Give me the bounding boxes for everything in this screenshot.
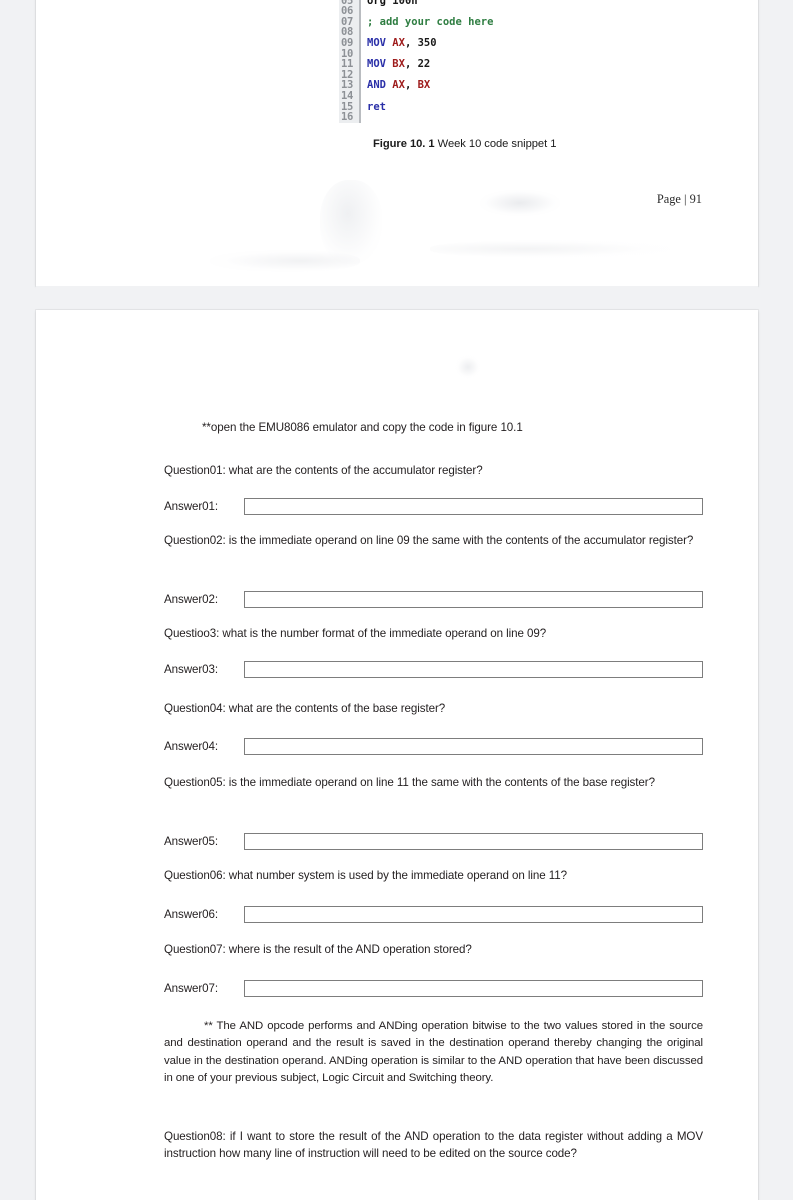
answer-01-label: Answer01: — [164, 499, 219, 513]
question-02-text: Question02: is the immediate operand on … — [164, 534, 694, 547]
question-04-text: Question04: what are the contents of the… — [164, 702, 446, 715]
scan-smudge — [430, 240, 670, 258]
answer-06-input[interactable] — [244, 905, 703, 923]
code-line: ; add your code here — [367, 15, 494, 28]
answer-06-label: Answer06: — [164, 907, 219, 921]
code-line: AND AX, BX — [367, 79, 431, 92]
question-03-text: Questioo3: what is the number format of … — [164, 627, 547, 640]
code-snippet-figure: 04 05 06 07 08 09 10 11 12 13 14 15 16 o… — [339, 0, 539, 123]
answer-row-06: Answer06: — [164, 905, 703, 923]
answer-row-04: Answer04: — [164, 737, 703, 755]
figure-caption: Figure 10. 1 Week 10 code snippet 1 — [373, 138, 556, 150]
answer-07-label: Answer07: — [164, 981, 219, 995]
answer-02-label: Answer02: — [164, 592, 219, 606]
answer-05-input[interactable] — [244, 832, 703, 850]
answer-row-03: Answer03: — [164, 660, 703, 678]
question-07-text: Question07: where is the result of the A… — [164, 943, 472, 956]
worksheet-instruction: **open the EMU8086 emulator and copy the… — [202, 421, 523, 434]
scan-smudge — [320, 180, 382, 264]
code-line: MOV AX, 350 — [367, 36, 437, 49]
page-number-footer: Page | 91 — [656, 192, 702, 206]
gutter-line-number: 14 — [341, 89, 354, 102]
answer-row-07: Answer07: — [164, 979, 703, 997]
code-line: ret — [367, 100, 386, 113]
and-opcode-note: ** The AND opcode performs and ANDing op… — [164, 1020, 703, 1084]
code-gutter: 04 05 06 07 08 09 10 11 12 13 14 15 16 — [339, 0, 361, 123]
question-06-text: Question06: what number system is used b… — [164, 869, 568, 882]
answer-02-input[interactable] — [244, 590, 703, 608]
answer-03-label: Answer03: — [164, 662, 219, 676]
answer-05-label: Answer05: — [164, 834, 219, 848]
answer-01-input[interactable] — [244, 497, 703, 515]
gutter-line-number: 09 — [341, 36, 354, 49]
answer-row-02: Answer02: — [164, 590, 703, 608]
page-gap — [36, 286, 758, 310]
question-08-text: Question08: if I want to store the resul… — [164, 1130, 703, 1161]
figure-caption-label: Figure 10. 1 — [373, 138, 435, 150]
document-viewport[interactable]: 04 05 06 07 08 09 10 11 12 13 14 15 16 o… — [0, 0, 793, 1200]
document-page-91: 04 05 06 07 08 09 10 11 12 13 14 15 16 o… — [36, 0, 758, 286]
question-05-text: Question05: is the immediate operand on … — [164, 776, 655, 789]
answer-04-label: Answer04: — [164, 739, 219, 753]
answer-07-input[interactable] — [244, 979, 703, 997]
code-line: MOV BX, 22 — [367, 58, 431, 71]
answer-03-input[interactable] — [244, 660, 703, 678]
scan-smudge — [480, 190, 560, 216]
code-source-lines: org 100h ; add your code here MOV AX, 35… — [361, 0, 539, 123]
answer-row-01: Answer01: — [164, 497, 703, 515]
scan-smudge — [210, 250, 360, 272]
answer-row-05: Answer05: — [164, 832, 703, 850]
gutter-line-number: 16 — [341, 111, 354, 123]
question-01-text: Question01: what are the contents of the… — [164, 464, 483, 477]
figure-caption-text: Week 10 code snippet 1 — [437, 138, 557, 150]
answer-04-input[interactable] — [244, 737, 703, 755]
